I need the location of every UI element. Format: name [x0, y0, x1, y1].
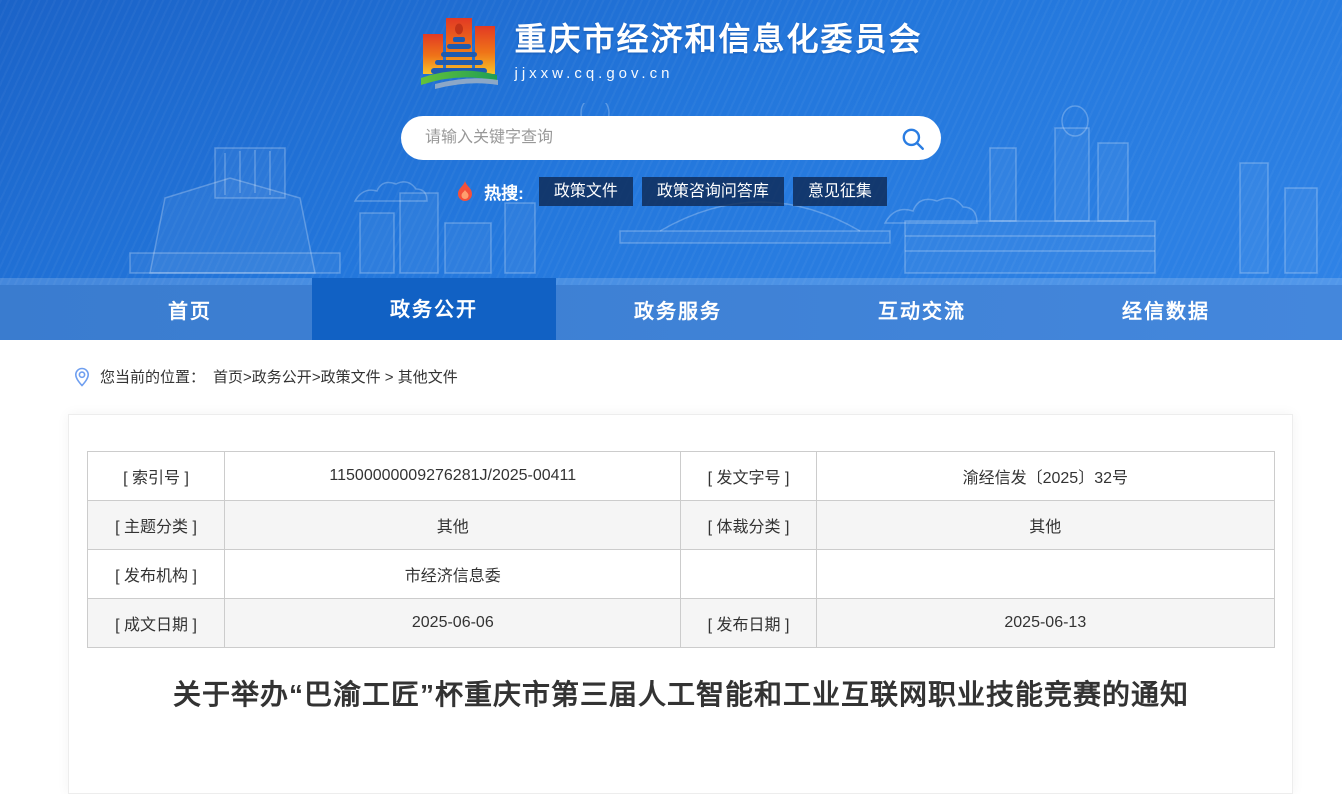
hot-link-policy-files[interactable]: 政策文件: [539, 177, 633, 206]
meta-value-publish-date: 2025-06-13: [816, 599, 1274, 648]
meta-value-subject-category: 其他: [225, 501, 681, 550]
search-bar: [401, 116, 941, 160]
meta-value-empty: [816, 550, 1274, 599]
meta-value-doc-number: 渝经信发〔2025〕32号: [816, 452, 1274, 501]
meta-value-written-date: 2025-06-06: [225, 599, 681, 648]
location-pin-icon: [72, 367, 92, 387]
nav-item-government-affairs[interactable]: 政务公开: [312, 278, 556, 340]
document-meta-table: [ 索引号 ] 11500000009276281J/2025-00411 [ …: [87, 451, 1275, 648]
breadcrumb-other-files[interactable]: 其他文件: [398, 369, 458, 386]
breadcrumb-policy-files[interactable]: 政策文件: [321, 369, 381, 386]
breadcrumb-government-affairs[interactable]: 政务公开: [252, 369, 312, 386]
nav-item-services[interactable]: 政务服务: [556, 285, 800, 340]
meta-label-written-date: [ 成文日期 ]: [88, 599, 225, 648]
header-bottom-band: [0, 278, 1342, 285]
hot-link-opinion-collect[interactable]: 意见征集: [793, 177, 887, 206]
hot-search-row: 热搜: 政策文件 政策咨询问答库 意见征集: [0, 177, 1342, 206]
meta-label-genre-category: [ 体裁分类 ]: [681, 501, 816, 550]
meta-value-genre-category: 其他: [816, 501, 1274, 550]
hot-search-label: 热搜:: [484, 179, 524, 204]
breadcrumb-path: 首页>政务公开>政策文件 > 其他文件: [213, 366, 458, 387]
search-input[interactable]: [401, 116, 941, 160]
main-nav: 首页 政务公开 政务服务 互动交流 经信数据: [0, 285, 1342, 340]
logo-emblem-icon: [419, 12, 499, 96]
meta-label-index-number: [ 索引号 ]: [88, 452, 225, 501]
table-row: [ 主题分类 ] 其他 [ 体裁分类 ] 其他: [88, 501, 1275, 550]
search-button[interactable]: [900, 126, 926, 152]
meta-value-issuing-agency: 市经济信息委: [225, 550, 681, 599]
site-title: 重庆市经济和信息化委员会: [514, 14, 922, 60]
breadcrumb-home[interactable]: 首页: [213, 369, 243, 386]
site-header: 重庆市经济和信息化委员会 jjxxw.cq.gov.cn 热搜: 政策文件 政策…: [0, 0, 1342, 285]
site-logo[interactable]: 重庆市经济和信息化委员会 jjxxw.cq.gov.cn: [0, 0, 1342, 96]
logo-text: 重庆市经济和信息化委员会 jjxxw.cq.gov.cn: [514, 12, 922, 82]
breadcrumb-separator: >: [381, 369, 398, 386]
table-row: [ 索引号 ] 11500000009276281J/2025-00411 [ …: [88, 452, 1275, 501]
document-card: [ 索引号 ] 11500000009276281J/2025-00411 [ …: [68, 414, 1293, 794]
nav-item-data[interactable]: 经信数据: [1044, 285, 1288, 340]
breadcrumb-separator: >: [243, 369, 252, 386]
nav-item-home[interactable]: 首页: [68, 285, 312, 340]
search-icon: [900, 126, 926, 152]
breadcrumb-separator: >: [312, 369, 321, 386]
flame-icon: [455, 180, 475, 204]
site-url: jjxxw.cq.gov.cn: [514, 65, 922, 82]
meta-value-index-number: 11500000009276281J/2025-00411: [225, 452, 681, 501]
hot-link-policy-qa[interactable]: 政策咨询问答库: [642, 177, 784, 206]
breadcrumb-prefix: 您当前的位置：: [100, 366, 205, 387]
nav-item-interaction[interactable]: 互动交流: [800, 285, 1044, 340]
table-row: [ 成文日期 ] 2025-06-06 [ 发布日期 ] 2025-06-13: [88, 599, 1275, 648]
meta-label-subject-category: [ 主题分类 ]: [88, 501, 225, 550]
meta-label-doc-number: [ 发文字号 ]: [681, 452, 816, 501]
meta-label-publish-date: [ 发布日期 ]: [681, 599, 816, 648]
article-title: 关于举办“巴渝工匠”杯重庆市第三届人工智能和工业互联网职业技能竞赛的通知: [87, 673, 1275, 713]
meta-label-issuing-agency: [ 发布机构 ]: [88, 550, 225, 599]
meta-label-empty: [681, 550, 816, 599]
breadcrumb: 您当前的位置： 首页>政务公开>政策文件 > 其他文件: [0, 340, 1342, 387]
table-row: [ 发布机构 ] 市经济信息委: [88, 550, 1275, 599]
